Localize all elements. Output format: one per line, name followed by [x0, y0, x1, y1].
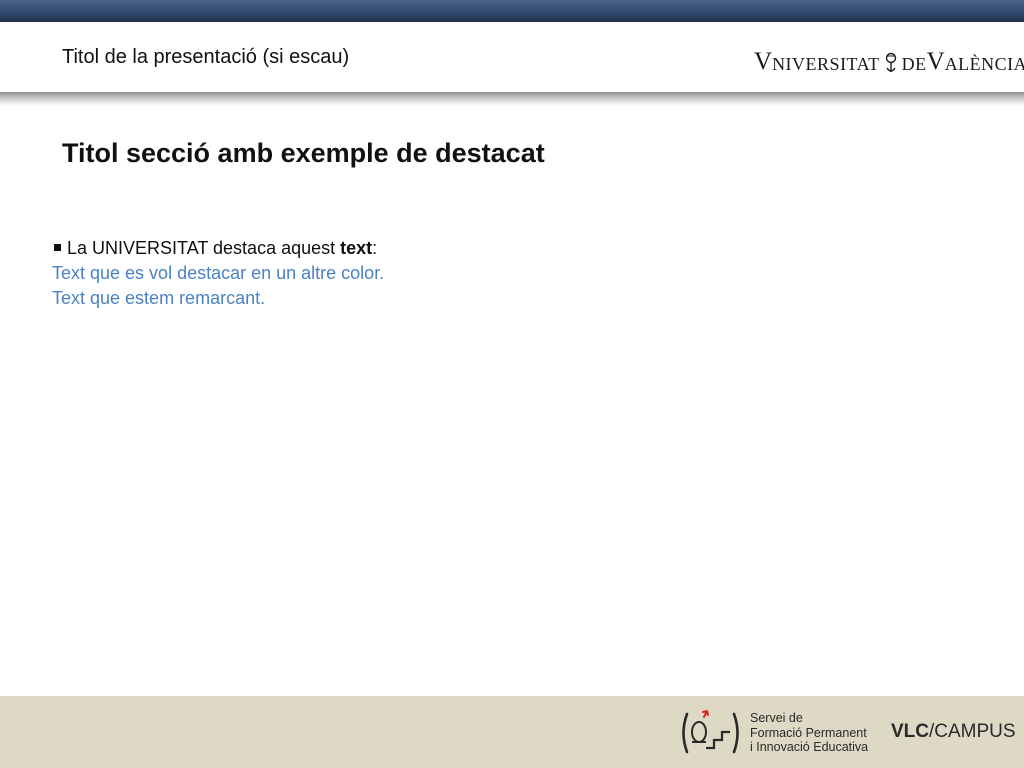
- sfpie-line-1: Servei de: [750, 711, 803, 725]
- sfpie-logo-icon: [678, 708, 742, 758]
- top-bar: [0, 0, 1024, 22]
- body-text: La UNIVERSITAT destaca aquest text: Text…: [52, 236, 384, 311]
- university-seal-icon: [882, 52, 900, 74]
- bullet-bold-word: text: [340, 238, 373, 258]
- university-logo: V NIVERSITAT DE V ALÈNCIA: [754, 44, 1024, 74]
- sfpie-line-3: i Innovació Educativa: [750, 740, 869, 754]
- logo-initial-v: V: [754, 48, 773, 75]
- vlc-text: VLC: [891, 721, 929, 742]
- highlight-line-2: Text que estem remarcant.: [52, 288, 266, 308]
- header-shadow: [0, 92, 1024, 106]
- bullet-suffix: :: [372, 238, 378, 258]
- section-title: Titol secció amb exemple de destacat: [62, 138, 545, 168]
- logo-initial-v2: V: [926, 48, 945, 75]
- vlc-campus-logo: VLC/CAMPUS: [891, 721, 1016, 743]
- slide: Titol de la presentació (si escau) V NIV…: [0, 0, 1024, 768]
- highlight-line-1: Text que es vol destacar en un altre col…: [52, 263, 385, 283]
- logo-word-alencia: ALÈNCIA: [944, 54, 1024, 74]
- sfpie-line-2: Formació Permanent: [750, 725, 867, 740]
- bullet-prefix: La UNIVERSITAT destaca aquest: [67, 238, 341, 258]
- footer-band: [0, 696, 1024, 768]
- campus-text: /CAMPUS: [929, 721, 1016, 742]
- bullet-item: La UNIVERSITAT destaca aquest text:: [52, 236, 384, 261]
- logo-seal-de: DE: [901, 54, 927, 74]
- logo-word-niversitat: NIVERSITAT: [772, 54, 880, 74]
- presentation-title: Titol de la presentació (si escau): [62, 46, 350, 68]
- sfpie-text: Servei de Formació Permanent i Innovació…: [750, 711, 868, 755]
- bullet-square-icon: [54, 244, 61, 252]
